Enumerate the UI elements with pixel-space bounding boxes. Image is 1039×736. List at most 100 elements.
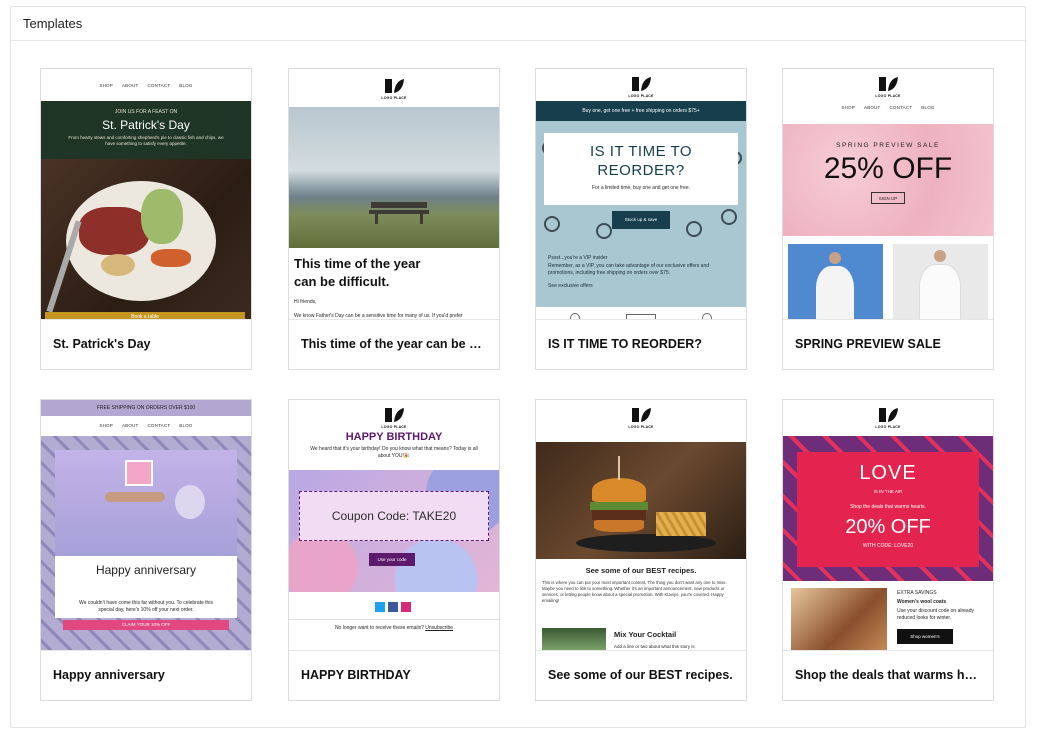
template-thumbnail: LOGO PLACE SHOP ABOUT CONTACT BLOG SPRIN… bbox=[783, 69, 993, 320]
logo-text: LOGO PLACE bbox=[381, 96, 407, 100]
hero-headline: St. Patrick's Day bbox=[102, 118, 190, 132]
facebook-icon bbox=[388, 602, 398, 612]
brand-logo: LOGO PLACE bbox=[783, 406, 993, 429]
template-card-reorder[interactable]: LOGO PLACE Buy one, get one free + free … bbox=[535, 68, 747, 370]
brand-logo: LOGO PLACE bbox=[783, 75, 993, 98]
hero-code: WITH CODE: LOVE20 bbox=[862, 543, 914, 549]
stock-up-button: Stock up & save bbox=[612, 211, 670, 229]
unsubscribe-line: No longer want to receive these emails? … bbox=[289, 625, 499, 631]
leaf-logo-icon bbox=[632, 408, 651, 422]
coupon-box: Coupon Code: TAKE20 bbox=[299, 491, 489, 541]
email-greeting: Hi friends, bbox=[294, 299, 317, 305]
leaf-logo-icon bbox=[632, 77, 651, 91]
brand-logo: LOGO PLACE bbox=[536, 406, 746, 429]
unsubscribe-link: Unsubscribe bbox=[425, 625, 454, 631]
email-headline: See some of our BEST recipes. bbox=[585, 566, 697, 575]
use-code-button: Use your code bbox=[369, 553, 415, 566]
template-card-love[interactable]: LOGO PLACE LOVE IS IN THE AIR Shop the d… bbox=[782, 399, 994, 701]
template-title: This time of the year can be difficult. bbox=[301, 337, 489, 351]
template-card-birthday[interactable]: LOGO PLACE HAPPY BIRTHDAY We heard that … bbox=[288, 399, 500, 701]
email-headline: IS IT TIME TO REORDER? bbox=[589, 143, 693, 179]
story-title: Mix Your Cocktail bbox=[614, 630, 677, 639]
leaf-logo-icon bbox=[879, 77, 898, 91]
template-title: See some of our BEST recipes. bbox=[548, 668, 733, 682]
template-title: HAPPY BIRTHDAY bbox=[301, 668, 411, 682]
product-copy: EXTRA SAVINGS Women's wool coats Use you… bbox=[897, 590, 989, 622]
vip-heading: Pssst...you're a VIP insider bbox=[548, 255, 608, 261]
story-body: Add a line or two about what this story … bbox=[614, 644, 695, 649]
shipping-banner: FREE SHIPPING ON ORDERS OVER $100 bbox=[41, 400, 251, 416]
pin-icon bbox=[570, 313, 580, 319]
hero-kicker: JOIN US FOR A FEAST ON bbox=[114, 109, 178, 115]
logo-text: LOGO PLACE bbox=[381, 425, 407, 429]
email-sub: For a limited time, buy one and get one … bbox=[591, 184, 691, 191]
bride-photo-right bbox=[893, 244, 988, 319]
email-body: We couldn't have come this far without y… bbox=[55, 600, 237, 618]
template-card-st-patricks[interactable]: SHOP ABOUT CONTACT BLOG JOIN US FOR A FE… bbox=[40, 68, 252, 370]
cocktail-photo bbox=[542, 628, 606, 650]
nav-about: ABOUT bbox=[121, 423, 139, 428]
flower-hero: SPRING PREVIEW SALE 25% OFF SIGN UP bbox=[783, 124, 993, 236]
nav-shop: SHOP bbox=[99, 83, 113, 88]
nav-about: ABOUT bbox=[121, 83, 139, 88]
vip-section: Pssst...you're a VIP insider Remember, a… bbox=[548, 255, 734, 289]
template-thumbnail: SHOP ABOUT CONTACT BLOG JOIN US FOR A FE… bbox=[41, 69, 251, 320]
love-box: LOVE IS IN THE AIR Shop the deals that w… bbox=[797, 452, 979, 567]
email-headline: This time of the year can be difficult. bbox=[294, 256, 421, 289]
truck-icon bbox=[626, 314, 656, 319]
book-table-button: Book a table bbox=[45, 312, 245, 319]
email-nav: SHOP ABOUT CONTACT BLOG bbox=[41, 423, 251, 428]
template-card-difficult[interactable]: LOGO PLACE This time of the year can be … bbox=[288, 68, 500, 370]
nav-contact: CONTACT bbox=[147, 83, 171, 88]
instagram-icon bbox=[401, 602, 411, 612]
twitter-icon bbox=[375, 602, 385, 612]
email-body: We know Father's Day can be a sensitive … bbox=[294, 313, 463, 319]
brand-logo: LOGO PLACE bbox=[289, 77, 499, 100]
nav-blog: BLOG bbox=[179, 83, 193, 88]
shop-women-button: Shop women's bbox=[897, 629, 953, 644]
hero-body: Shop the deals that warms hearts. bbox=[850, 504, 926, 510]
claim-offer-button: CLAIM YOUR 10% OFF bbox=[63, 620, 229, 630]
clock-icon bbox=[702, 313, 712, 319]
coupon-code: Coupon Code: TAKE20 bbox=[331, 509, 457, 523]
logo-text: LOGO PLACE bbox=[875, 425, 901, 429]
email-nav: SHOP ABOUT CONTACT BLOG bbox=[783, 105, 993, 110]
bench-photo bbox=[289, 107, 499, 248]
brand-logo: LOGO PLACE bbox=[289, 406, 499, 429]
footer-text: No longer want to receive these emails? bbox=[334, 625, 424, 631]
template-card-spring-sale[interactable]: LOGO PLACE SHOP ABOUT CONTACT BLOG SPRIN… bbox=[782, 68, 994, 370]
exclusive-offers-link: See exclusive offers bbox=[548, 282, 593, 289]
hero-kicker: IS IN THE AIR bbox=[873, 489, 903, 494]
food-photo bbox=[41, 159, 251, 319]
panel-header: Templates bbox=[11, 7, 1025, 41]
nav-blog: BLOG bbox=[179, 423, 193, 428]
nav-contact: CONTACT bbox=[889, 105, 913, 110]
template-thumbnail: LOGO PLACE LOVE IS IN THE AIR Shop the d… bbox=[783, 400, 993, 651]
logo-text: LOGO PLACE bbox=[628, 94, 654, 98]
email-headline: Happy anniversary bbox=[95, 563, 197, 577]
logo-text: LOGO PLACE bbox=[628, 425, 654, 429]
template-thumbnail: LOGO PLACE HAPPY BIRTHDAY We heard that … bbox=[289, 400, 499, 651]
leaf-logo-icon bbox=[385, 408, 404, 422]
nav-about: ABOUT bbox=[863, 105, 881, 110]
template-title: St. Patrick's Day bbox=[53, 337, 151, 351]
template-card-anniversary[interactable]: FREE SHIPPING ON ORDERS OVER $100 SHOP A… bbox=[40, 399, 252, 701]
template-title: Shop the deals that warms hearts. bbox=[795, 668, 983, 682]
message-box: Happy anniversary bbox=[55, 556, 237, 600]
template-card-recipes[interactable]: LOGO PLACE See some of our BEST recipes.… bbox=[535, 399, 747, 701]
sign-up-button: SIGN UP bbox=[871, 192, 905, 204]
hero-kicker: SPRING PREVIEW SALE bbox=[836, 142, 940, 149]
brand-logo: LOGO PLACE bbox=[536, 75, 746, 98]
promo-banner: Buy one, get one free + free shipping on… bbox=[536, 101, 746, 121]
product-body: Use your discount code on already reduce… bbox=[897, 608, 974, 621]
headline-box: IS IT TIME TO REORDER? For a limited tim… bbox=[544, 133, 738, 205]
logo-text: LOGO PLACE bbox=[875, 94, 901, 98]
panel-title: Templates bbox=[23, 16, 83, 31]
template-title: Happy anniversary bbox=[53, 668, 165, 682]
email-body: This is where you can put your most impo… bbox=[542, 580, 727, 604]
template-title: IS IT TIME TO REORDER? bbox=[548, 337, 702, 351]
hero-offer: 20% OFF bbox=[845, 516, 931, 538]
leaf-logo-icon bbox=[879, 408, 898, 422]
hero-body: From hearty stews and comforting shepher… bbox=[68, 135, 224, 146]
nav-shop: SHOP bbox=[99, 423, 113, 428]
